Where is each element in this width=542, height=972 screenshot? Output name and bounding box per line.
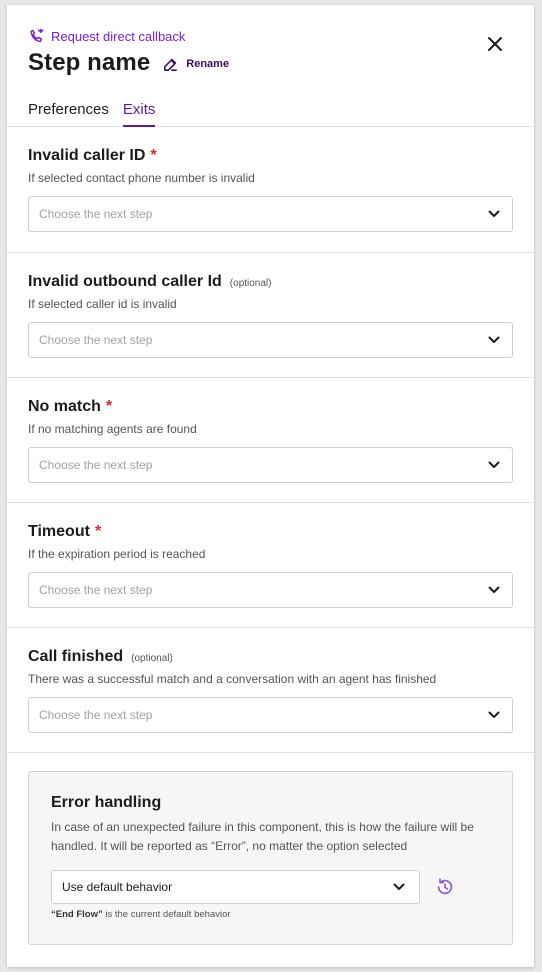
select-placeholder: Choose the next step: [39, 207, 153, 221]
error-handling-card: Error handling In case of an unexpected …: [28, 771, 513, 945]
tab-exits[interactable]: Exits: [122, 101, 156, 127]
error-handling-row: Use default behavior: [51, 870, 456, 904]
chevron-down-icon: [488, 336, 500, 343]
default-behavior-name: “End Flow”: [51, 909, 103, 920]
step-panel: Request direct callback Step name Rename…: [7, 5, 534, 967]
exit-title: No match *: [28, 398, 513, 416]
exit-description: If selected contact phone number is inva…: [28, 171, 255, 185]
rename-label: Rename: [186, 58, 230, 70]
select-placeholder: Choose the next step: [39, 708, 153, 722]
exit-description: If no matching agents are found: [28, 422, 197, 436]
select-placeholder: Choose the next step: [39, 458, 153, 472]
required-marker: *: [105, 398, 113, 415]
exit-description: If the expiration period is reached: [28, 547, 206, 561]
exit-title: Invalid caller ID *: [28, 147, 513, 165]
chevron-down-icon: [393, 883, 405, 890]
default-behavior-text: is the current default behavior: [102, 909, 231, 920]
default-behavior-note: “End Flow” is the current default behavi…: [51, 909, 231, 920]
select-placeholder: Choose the next step: [39, 583, 153, 597]
exit-title: Timeout *: [28, 523, 513, 541]
reset-icon[interactable]: [434, 876, 456, 898]
error-handling-title: Error handling: [51, 794, 162, 811]
panel-header: Request direct callback Step name Rename…: [7, 5, 534, 127]
chevron-down-icon: [488, 586, 500, 593]
exit-title: Invalid outbound caller Id (optional): [28, 273, 513, 291]
step-type-text: Request direct callback: [51, 29, 186, 44]
next-step-select[interactable]: Choose the next step: [28, 196, 513, 232]
chevron-down-icon: [488, 711, 500, 718]
tab-bar: Preferences Exits: [28, 101, 156, 127]
rename-button[interactable]: Rename: [162, 56, 229, 73]
next-step-select[interactable]: Choose the next step: [28, 572, 513, 608]
exit-title-text: Call finished: [28, 648, 124, 665]
select-value: Use default behavior: [62, 880, 173, 894]
exit-description: If selected caller id is invalid: [28, 297, 177, 311]
next-step-select[interactable]: Choose the next step: [28, 447, 513, 483]
required-marker: *: [94, 523, 102, 540]
exit-section-invalid-caller-id: Invalid caller ID * If selected contact …: [7, 127, 534, 253]
exit-title-text: Invalid caller ID: [28, 147, 146, 164]
pencil-icon: [164, 58, 178, 71]
phone-callback-icon: [30, 28, 44, 43]
exit-section-call-finished: Call finished (optional) There was a suc…: [7, 628, 534, 753]
exit-section-invalid-outbound-caller-id: Invalid outbound caller Id (optional) If…: [7, 253, 534, 378]
title-row: Step name Rename: [28, 49, 229, 77]
step-title: Step name: [28, 49, 151, 76]
select-placeholder: Choose the next step: [39, 333, 153, 347]
required-marker: *: [150, 147, 157, 164]
chevron-down-icon: [488, 210, 500, 217]
exit-title-text: No match: [28, 398, 101, 415]
exit-title: Call finished (optional): [28, 648, 513, 666]
close-icon[interactable]: [486, 35, 504, 53]
next-step-select[interactable]: Choose the next step: [28, 697, 513, 733]
chevron-down-icon: [488, 461, 500, 468]
exit-section-no-match: No match * If no matching agents are fou…: [7, 378, 534, 503]
error-behavior-select[interactable]: Use default behavior: [51, 870, 420, 904]
optional-marker: (optional): [131, 653, 173, 664]
exit-title-text: Invalid outbound caller Id: [28, 273, 222, 290]
exit-title-text: Timeout: [28, 523, 90, 540]
error-handling-description: In case of an unexpected failure in this…: [51, 820, 474, 853]
optional-marker: (optional): [229, 278, 272, 289]
step-type-label: Request direct callback: [28, 28, 185, 45]
tab-preferences[interactable]: Preferences: [28, 101, 109, 127]
exit-section-timeout: Timeout * If the expiration period is re…: [7, 503, 534, 628]
next-step-select[interactable]: Choose the next step: [28, 322, 513, 358]
exit-description: There was a successful match and a conve…: [28, 672, 437, 686]
